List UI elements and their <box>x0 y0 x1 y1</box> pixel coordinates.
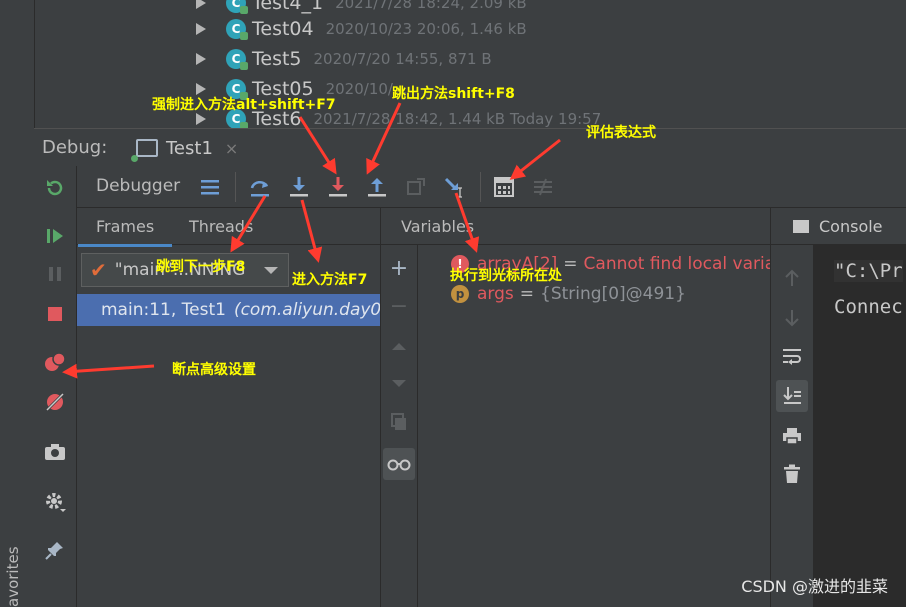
variable-name: args <box>477 284 514 304</box>
parameter-icon: p <box>451 285 469 303</box>
move-down-icon[interactable] <box>387 372 411 396</box>
tree-row[interactable]: C Test04 2020/10/23 20:06, 1.46 kB <box>196 14 527 44</box>
down-arrow-icon[interactable] <box>780 306 804 330</box>
project-tree: C Test4_1 2021/7/28 18:24, 2.09 kB C Tes… <box>0 0 906 128</box>
trash-icon[interactable] <box>780 462 804 486</box>
debugger-tab-label[interactable]: Debugger <box>96 176 180 196</box>
pause-icon[interactable] <box>43 262 67 286</box>
frame-method: main:11, Test1 <box>101 300 226 320</box>
up-arrow-icon[interactable] <box>780 266 804 290</box>
trace-stream-icon[interactable] <box>530 174 556 200</box>
toolbar-separator <box>480 172 481 202</box>
tree-item-meta: 2020/7/20 14:55, 871 B <box>313 50 492 68</box>
tree-item-meta: 2020/10/23 20:06, 1.46 kB <box>325 20 527 38</box>
step-over-icon[interactable] <box>247 174 273 200</box>
remove-watch-icon[interactable]: − <box>387 294 411 319</box>
debugger-toolbar: Debugger <box>77 166 906 208</box>
frames-tabs: Frames Threads <box>77 208 380 247</box>
variable-value: Cannot find local varia... <box>583 254 792 274</box>
variables-toolbar: + − <box>381 244 418 607</box>
resume-icon[interactable] <box>43 224 67 248</box>
scroll-to-end-icon[interactable] <box>776 380 808 412</box>
frame-package: (com.aliyun.day0... <box>233 300 380 320</box>
console-toolbar <box>771 244 814 607</box>
close-icon[interactable]: × <box>225 139 238 158</box>
console-output[interactable]: "C:\Pr Connec <box>814 244 906 607</box>
tree-left-gutter <box>0 0 35 128</box>
settings-gear-icon[interactable] <box>43 490 67 514</box>
variable-value: {String[0]@491} <box>540 284 686 304</box>
tree-item-name: Test04 <box>252 18 314 40</box>
drop-frame-icon[interactable] <box>403 174 429 200</box>
console-tab-label: Console <box>819 216 883 236</box>
frame-row-selected[interactable]: main:11, Test1 (com.aliyun.day0... <box>77 294 380 326</box>
move-up-icon[interactable] <box>387 334 411 358</box>
annotation-run-to-cursor: 执行到光标所在处 <box>450 268 562 284</box>
variable-equals: = <box>519 284 535 304</box>
add-watch-icon[interactable]: + <box>387 256 411 281</box>
left-tool-strip <box>0 128 35 607</box>
copy-icon[interactable] <box>387 410 411 434</box>
expand-arrow-icon[interactable] <box>196 113 206 125</box>
soft-wrap-icon[interactable] <box>780 344 804 368</box>
annotation-breakpoint-settings: 断点高级设置 <box>172 362 256 378</box>
menu-lines-icon[interactable] <box>197 174 223 200</box>
console-pane: Console "C:\Pr Connec <box>770 208 906 607</box>
tab-frames[interactable]: Frames <box>77 217 173 247</box>
variable-equals: = <box>563 254 578 274</box>
evaluate-expression-icon[interactable] <box>491 174 517 200</box>
rerun-icon[interactable] <box>43 176 67 200</box>
debug-tab-test1[interactable]: Test1 × <box>116 129 246 170</box>
step-out-icon[interactable] <box>364 174 390 200</box>
annotation-step-over: 跳到下一步F8 <box>156 259 246 275</box>
expand-arrow-icon[interactable] <box>196 53 206 65</box>
debug-label: Debug: <box>42 137 108 158</box>
tab-console[interactable]: Console <box>771 208 906 245</box>
step-into-icon[interactable] <box>286 174 312 200</box>
view-breakpoints-icon[interactable] <box>43 350 67 374</box>
tree-item-meta: 2021/7/28 18:24, 2.09 kB <box>335 0 527 12</box>
toolbar-separator <box>235 172 236 202</box>
chevron-down-icon[interactable] <box>264 266 278 274</box>
annotation-force-step-into: 强制进入方法alt+shift+F7 <box>152 97 336 113</box>
expand-arrow-icon[interactable] <box>196 23 206 35</box>
print-icon[interactable] <box>780 424 804 448</box>
annotation-evaluate: 评估表达式 <box>586 125 656 141</box>
tree-item-name: Test4_1 <box>252 0 324 14</box>
expand-arrow-icon[interactable] <box>196 0 206 9</box>
tab-variables[interactable]: Variables <box>401 217 474 236</box>
tree-item-meta: 2021/7/28 18:42, 1.44 kB Today 19:57 <box>313 110 602 128</box>
debug-title-bar: Debug: Test1 × <box>34 128 906 170</box>
tree-row[interactable]: C Test5 2020/7/20 14:55, 871 B <box>196 44 492 74</box>
annotation-step-into: 进入方法F7 <box>292 272 368 288</box>
debug-actions-toolbar <box>34 166 77 607</box>
annotation-step-out: 跳出方法shift+F8 <box>392 86 515 102</box>
tab-threads[interactable]: Threads <box>189 217 253 236</box>
stop-icon[interactable] <box>43 302 67 326</box>
console-line: "C:\Pr <box>834 260 903 282</box>
class-icon: C <box>226 19 248 40</box>
pin-icon[interactable] <box>43 538 67 562</box>
debug-tab-label: Test1 <box>166 137 213 159</box>
glasses-icon[interactable] <box>383 448 415 480</box>
run-to-cursor-icon[interactable] <box>442 174 468 200</box>
tree-item-name: Test5 <box>252 48 302 70</box>
variables-pane: Variables + − ! arrayA[2] = Cannot find … <box>381 208 791 607</box>
class-icon: C <box>226 49 248 70</box>
console-icon <box>793 219 809 233</box>
run-config-icon <box>131 139 158 162</box>
class-icon: C <box>226 0 248 14</box>
favorites-tool-tab[interactable]: avorites <box>4 540 30 607</box>
force-step-into-icon[interactable] <box>325 174 351 200</box>
watermark: CSDN @激进的韭菜 <box>741 577 888 596</box>
variables-tabs: Variables <box>381 208 770 245</box>
camera-icon[interactable] <box>43 440 67 464</box>
checkmark-icon: ✔ <box>90 258 107 282</box>
mute-breakpoints-icon[interactable] <box>43 390 67 414</box>
console-line: Connec <box>834 296 903 318</box>
